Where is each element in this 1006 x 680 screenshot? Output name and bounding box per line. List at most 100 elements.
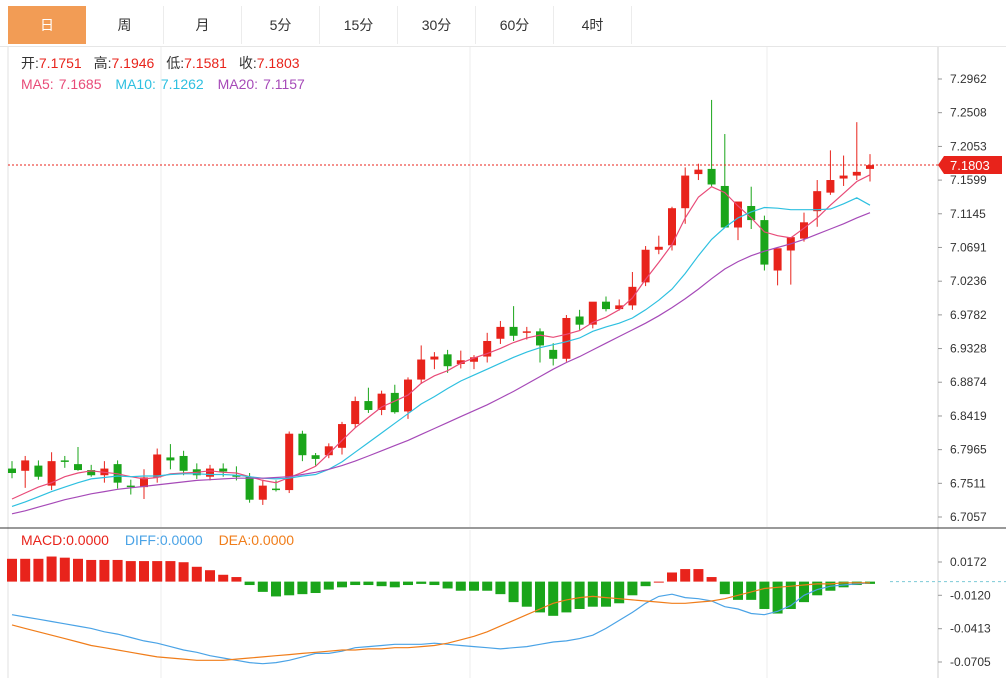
macd-bar bbox=[772, 581, 783, 614]
candle-body bbox=[496, 326, 505, 339]
macd-axis: 0.0172 -0.0120 -0.0413 -0.0705 bbox=[938, 555, 991, 669]
candle-body bbox=[153, 454, 162, 478]
macd-bar bbox=[139, 561, 149, 582]
candle bbox=[430, 352, 439, 370]
macd-bar bbox=[218, 574, 229, 582]
candle bbox=[839, 155, 848, 186]
macd-tick-label: 0.0172 bbox=[950, 555, 987, 569]
current-price-label: 7.1803 bbox=[950, 158, 990, 173]
macd-bar bbox=[297, 581, 308, 595]
candle-body bbox=[694, 169, 703, 175]
candle bbox=[575, 309, 584, 330]
macd-bar bbox=[20, 558, 31, 582]
macd-bar bbox=[521, 581, 532, 607]
candle bbox=[628, 272, 637, 310]
candle-body bbox=[681, 175, 690, 209]
candle-body bbox=[34, 465, 43, 477]
macd-bar bbox=[733, 581, 743, 600]
macd-bar bbox=[627, 581, 638, 596]
candle-body bbox=[562, 317, 571, 359]
candle-body bbox=[760, 220, 769, 265]
macd-bar bbox=[284, 581, 295, 596]
candle bbox=[826, 150, 835, 195]
macd-bar bbox=[495, 581, 506, 595]
macd-bar bbox=[508, 581, 519, 603]
candle-body bbox=[166, 457, 175, 461]
macd-bar bbox=[640, 581, 651, 587]
macd-bar bbox=[244, 581, 255, 586]
price-tick-label: 6.8419 bbox=[950, 409, 987, 423]
candle-body bbox=[707, 168, 716, 185]
candle bbox=[140, 469, 148, 499]
candle-body bbox=[417, 359, 426, 380]
kline-chart[interactable]: 7.2962 7.2508 7.2053 7.1599 7.1145 7.0691 7.02… bbox=[0, 0, 1006, 680]
candle bbox=[8, 461, 16, 479]
price-tick-label: 7.2962 bbox=[950, 72, 987, 86]
macd-bar bbox=[205, 570, 215, 582]
macd-bar bbox=[73, 558, 83, 582]
candle bbox=[456, 350, 465, 369]
macd-tick-label: -0.0705 bbox=[950, 655, 991, 669]
candle-body bbox=[654, 246, 663, 250]
macd-bar bbox=[125, 561, 136, 582]
candle bbox=[602, 296, 610, 312]
macd-bar bbox=[403, 581, 413, 586]
candle bbox=[404, 377, 412, 419]
candle-body bbox=[826, 180, 835, 193]
candle bbox=[34, 460, 43, 480]
macd-bar bbox=[7, 558, 17, 582]
candle-body bbox=[351, 401, 360, 425]
macd-bar bbox=[112, 559, 123, 582]
candle bbox=[496, 320, 505, 344]
candle bbox=[773, 248, 782, 286]
macd-bar bbox=[667, 572, 677, 582]
candle bbox=[258, 479, 267, 505]
macd-bar bbox=[455, 581, 466, 591]
macd-bar bbox=[442, 581, 453, 589]
candle-body bbox=[773, 248, 782, 271]
candle bbox=[707, 99, 716, 187]
macd-bar bbox=[59, 557, 70, 582]
candle bbox=[417, 345, 426, 385]
price-tick-label: 6.9328 bbox=[950, 342, 987, 356]
candle bbox=[681, 167, 690, 224]
candle-body bbox=[364, 401, 373, 410]
macd-bar bbox=[337, 581, 347, 588]
macd-bar bbox=[86, 559, 97, 582]
macd-bar bbox=[574, 581, 585, 609]
macd-bar bbox=[706, 577, 717, 582]
candle-body bbox=[852, 171, 861, 176]
ma-legend: MA5: 7.1685 MA10: 7.1262 MA20: 7.1157 bbox=[21, 76, 305, 92]
macd-bar bbox=[680, 569, 691, 582]
macd-bar bbox=[33, 558, 44, 582]
price-tick-label: 7.2053 bbox=[950, 139, 987, 153]
macd-bar bbox=[561, 581, 572, 613]
candle bbox=[47, 452, 56, 491]
macd-bar bbox=[389, 581, 400, 588]
price-axis: 7.2962 7.2508 7.2053 7.1599 7.1145 7.0691 7.02… bbox=[938, 72, 987, 524]
candle bbox=[734, 201, 742, 241]
price-tick-label: 7.1145 bbox=[950, 207, 986, 221]
macd-bar bbox=[469, 581, 479, 591]
dea-line bbox=[11, 582, 870, 661]
macd-bar bbox=[376, 581, 387, 587]
macd-bar bbox=[416, 581, 427, 584]
macd-bar bbox=[614, 581, 625, 604]
candle-body bbox=[509, 326, 518, 336]
macd-bar bbox=[231, 577, 242, 582]
candle-body bbox=[126, 485, 135, 488]
candle-body bbox=[628, 286, 637, 306]
macd-bar bbox=[323, 581, 334, 590]
ma10-line bbox=[11, 197, 871, 507]
macd-bar bbox=[257, 581, 268, 592]
candle bbox=[364, 387, 373, 413]
candle-body bbox=[338, 424, 346, 448]
candle-body bbox=[60, 460, 69, 462]
candle bbox=[21, 455, 30, 488]
candle bbox=[351, 396, 360, 428]
ohlc-legend: 开:7.1751 高:7.1946 低:7.1581 收:7.1803 bbox=[21, 55, 300, 71]
price-tick-label: 6.8874 bbox=[950, 375, 987, 389]
candle-body bbox=[813, 191, 822, 212]
macd-bar bbox=[601, 581, 611, 607]
macd-legend: MACD:0.0000 DIFF:0.0000 DEA:0.0000 bbox=[21, 532, 294, 548]
